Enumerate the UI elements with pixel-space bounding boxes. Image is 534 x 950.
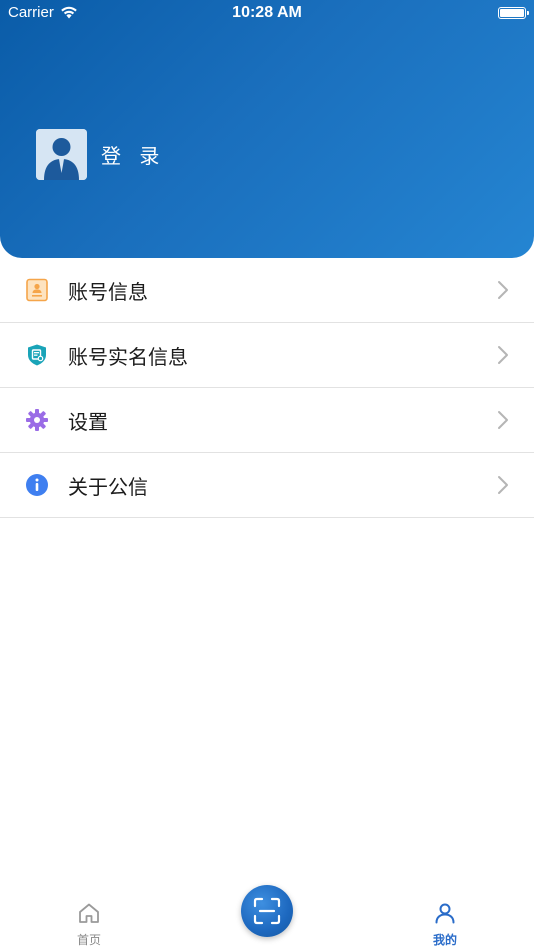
menu-item-account-info[interactable]: 账号信息 [0,258,534,323]
menu-item-label: 设置 [68,409,108,434]
tab-mine[interactable]: 我的 [405,901,485,948]
tab-home[interactable]: 首页 [49,901,129,948]
chevron-right-icon [498,346,508,364]
gear-icon [25,408,49,432]
profile-header: Carrier 10:28 AM 登 录 [0,0,534,258]
chevron-right-icon [498,476,508,494]
login-entry[interactable]: 登 录 [36,129,165,180]
tab-mine-label: 我的 [432,933,457,947]
shield-id-icon [25,343,49,367]
menu-item-realname-info[interactable]: 账号实名信息 [0,323,534,388]
info-icon [25,473,49,497]
login-label: 登 录 [101,144,166,168]
home-icon [79,903,99,923]
menu-item-label: 账号实名信息 [68,344,188,369]
scan-icon [253,897,281,925]
tab-home-label: 首页 [76,933,101,947]
avatar [36,129,87,180]
menu-item-label: 账号信息 [68,279,148,304]
account-card-icon [25,278,49,302]
menu-item-about[interactable]: 关于公信 [0,453,534,518]
menu-item-label: 关于公信 [68,474,148,499]
chevron-right-icon [498,281,508,299]
user-icon [435,903,455,924]
scan-button[interactable] [241,885,293,937]
menu-item-settings[interactable]: 设置 [0,388,534,453]
status-bar: Carrier 10:28 AM [0,0,534,28]
profile-screen: Carrier 10:28 AM 登 录 账号信息 账号实名信息 设置 关于公信… [0,0,534,950]
battery-icon [498,7,529,19]
user-silhouette-icon [36,129,87,180]
chevron-right-icon [498,411,508,429]
status-time: 10:28 AM [232,4,302,21]
settings-menu: 账号信息 账号实名信息 设置 关于公信 [0,258,534,518]
